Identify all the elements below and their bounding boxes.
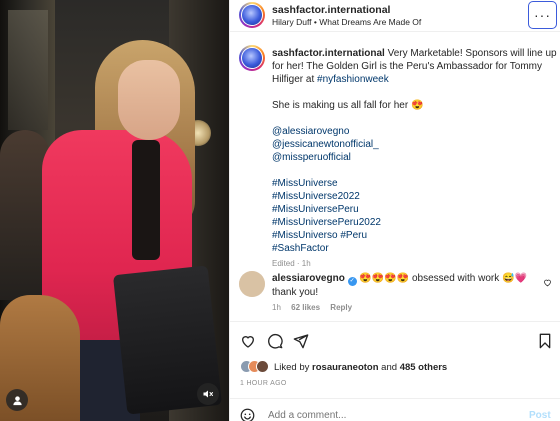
post-header: sashfactor.international Hilary Duff • W… — [230, 0, 560, 32]
media-face — [118, 60, 180, 140]
post-comment-button[interactable]: Post — [529, 410, 551, 421]
comment-meta: 1h 62 likes Reply — [272, 303, 352, 312]
verified-badge-icon: ✓ — [347, 277, 357, 286]
likes-text: Liked by rosauraneoton and 485 others — [274, 362, 448, 373]
caption-line: She is making us all fall for her 😍 — [272, 100, 424, 111]
comment-likes[interactable]: 62 likes — [291, 303, 320, 312]
emoji-icon[interactable] — [240, 408, 255, 421]
caption-avatar[interactable] — [239, 45, 265, 71]
hashtag-link[interactable]: #nyfashionweek — [317, 74, 389, 85]
more-options-button[interactable]: ··· — [528, 1, 557, 29]
comment-username[interactable]: alessiarovegno — [272, 273, 345, 284]
user-icon — [12, 395, 22, 405]
mute-icon — [203, 390, 213, 398]
mute-button[interactable] — [197, 383, 219, 405]
divider — [230, 321, 560, 322]
media-window — [8, 10, 48, 130]
caption-meta: Edited · 1h — [272, 259, 311, 268]
heart-icon[interactable] — [240, 333, 256, 349]
post-media[interactable] — [0, 0, 229, 421]
add-comment-input[interactable] — [268, 410, 508, 421]
comment-like-icon[interactable] — [543, 278, 552, 287]
comment-time: 1h — [272, 303, 281, 312]
media-top — [132, 140, 160, 260]
comment: alessiarovegno ✓ 😍😍😍😍 obsessed with work… — [272, 272, 542, 299]
share-icon[interactable] — [293, 333, 309, 349]
post-timestamp[interactable]: 1 HOUR AGO — [240, 380, 287, 387]
hashtag-link[interactable]: #MissUniversePeru2022 — [272, 217, 381, 228]
mention-link[interactable]: @missperuofficial — [272, 152, 351, 163]
avatar — [256, 360, 269, 373]
likes-others-link[interactable]: 485 others — [400, 362, 448, 373]
mention-link[interactable]: @jessicanewtonofficial_ — [272, 139, 379, 150]
liker-avatars — [240, 360, 270, 374]
caption-username[interactable]: sashfactor.international — [272, 48, 385, 59]
bookmark-icon[interactable] — [537, 333, 553, 349]
divider — [230, 398, 560, 399]
more-icon: ··· — [534, 7, 551, 23]
hashtag-link[interactable]: #MissUniverso — [272, 230, 338, 241]
hashtag-link[interactable]: #Peru — [340, 230, 367, 241]
comment-icon[interactable] — [267, 333, 283, 349]
hashtag-link[interactable]: #MissUniversePeru — [272, 204, 359, 215]
caption: sashfactor.international Very Marketable… — [272, 47, 557, 270]
hashtag-link[interactable]: #MissUniverse2022 — [272, 191, 360, 202]
avatar[interactable] — [239, 2, 265, 28]
tagged-users-button[interactable] — [6, 389, 28, 411]
post-panel: sashfactor.international Hilary Duff • W… — [229, 0, 560, 421]
comment-avatar[interactable] — [239, 271, 265, 297]
header-username[interactable]: sashfactor.international — [272, 4, 390, 16]
mention-link[interactable]: @alessiarovegno — [272, 126, 349, 137]
liker-username[interactable]: rosauraneoton — [312, 362, 379, 373]
audio-track[interactable]: Hilary Duff • What Dreams Are Made Of — [272, 17, 421, 27]
hashtag-link[interactable]: #MissUniverse — [272, 178, 338, 189]
hashtag-link[interactable]: #SashFactor — [272, 243, 329, 254]
reply-button[interactable]: Reply — [330, 303, 352, 312]
